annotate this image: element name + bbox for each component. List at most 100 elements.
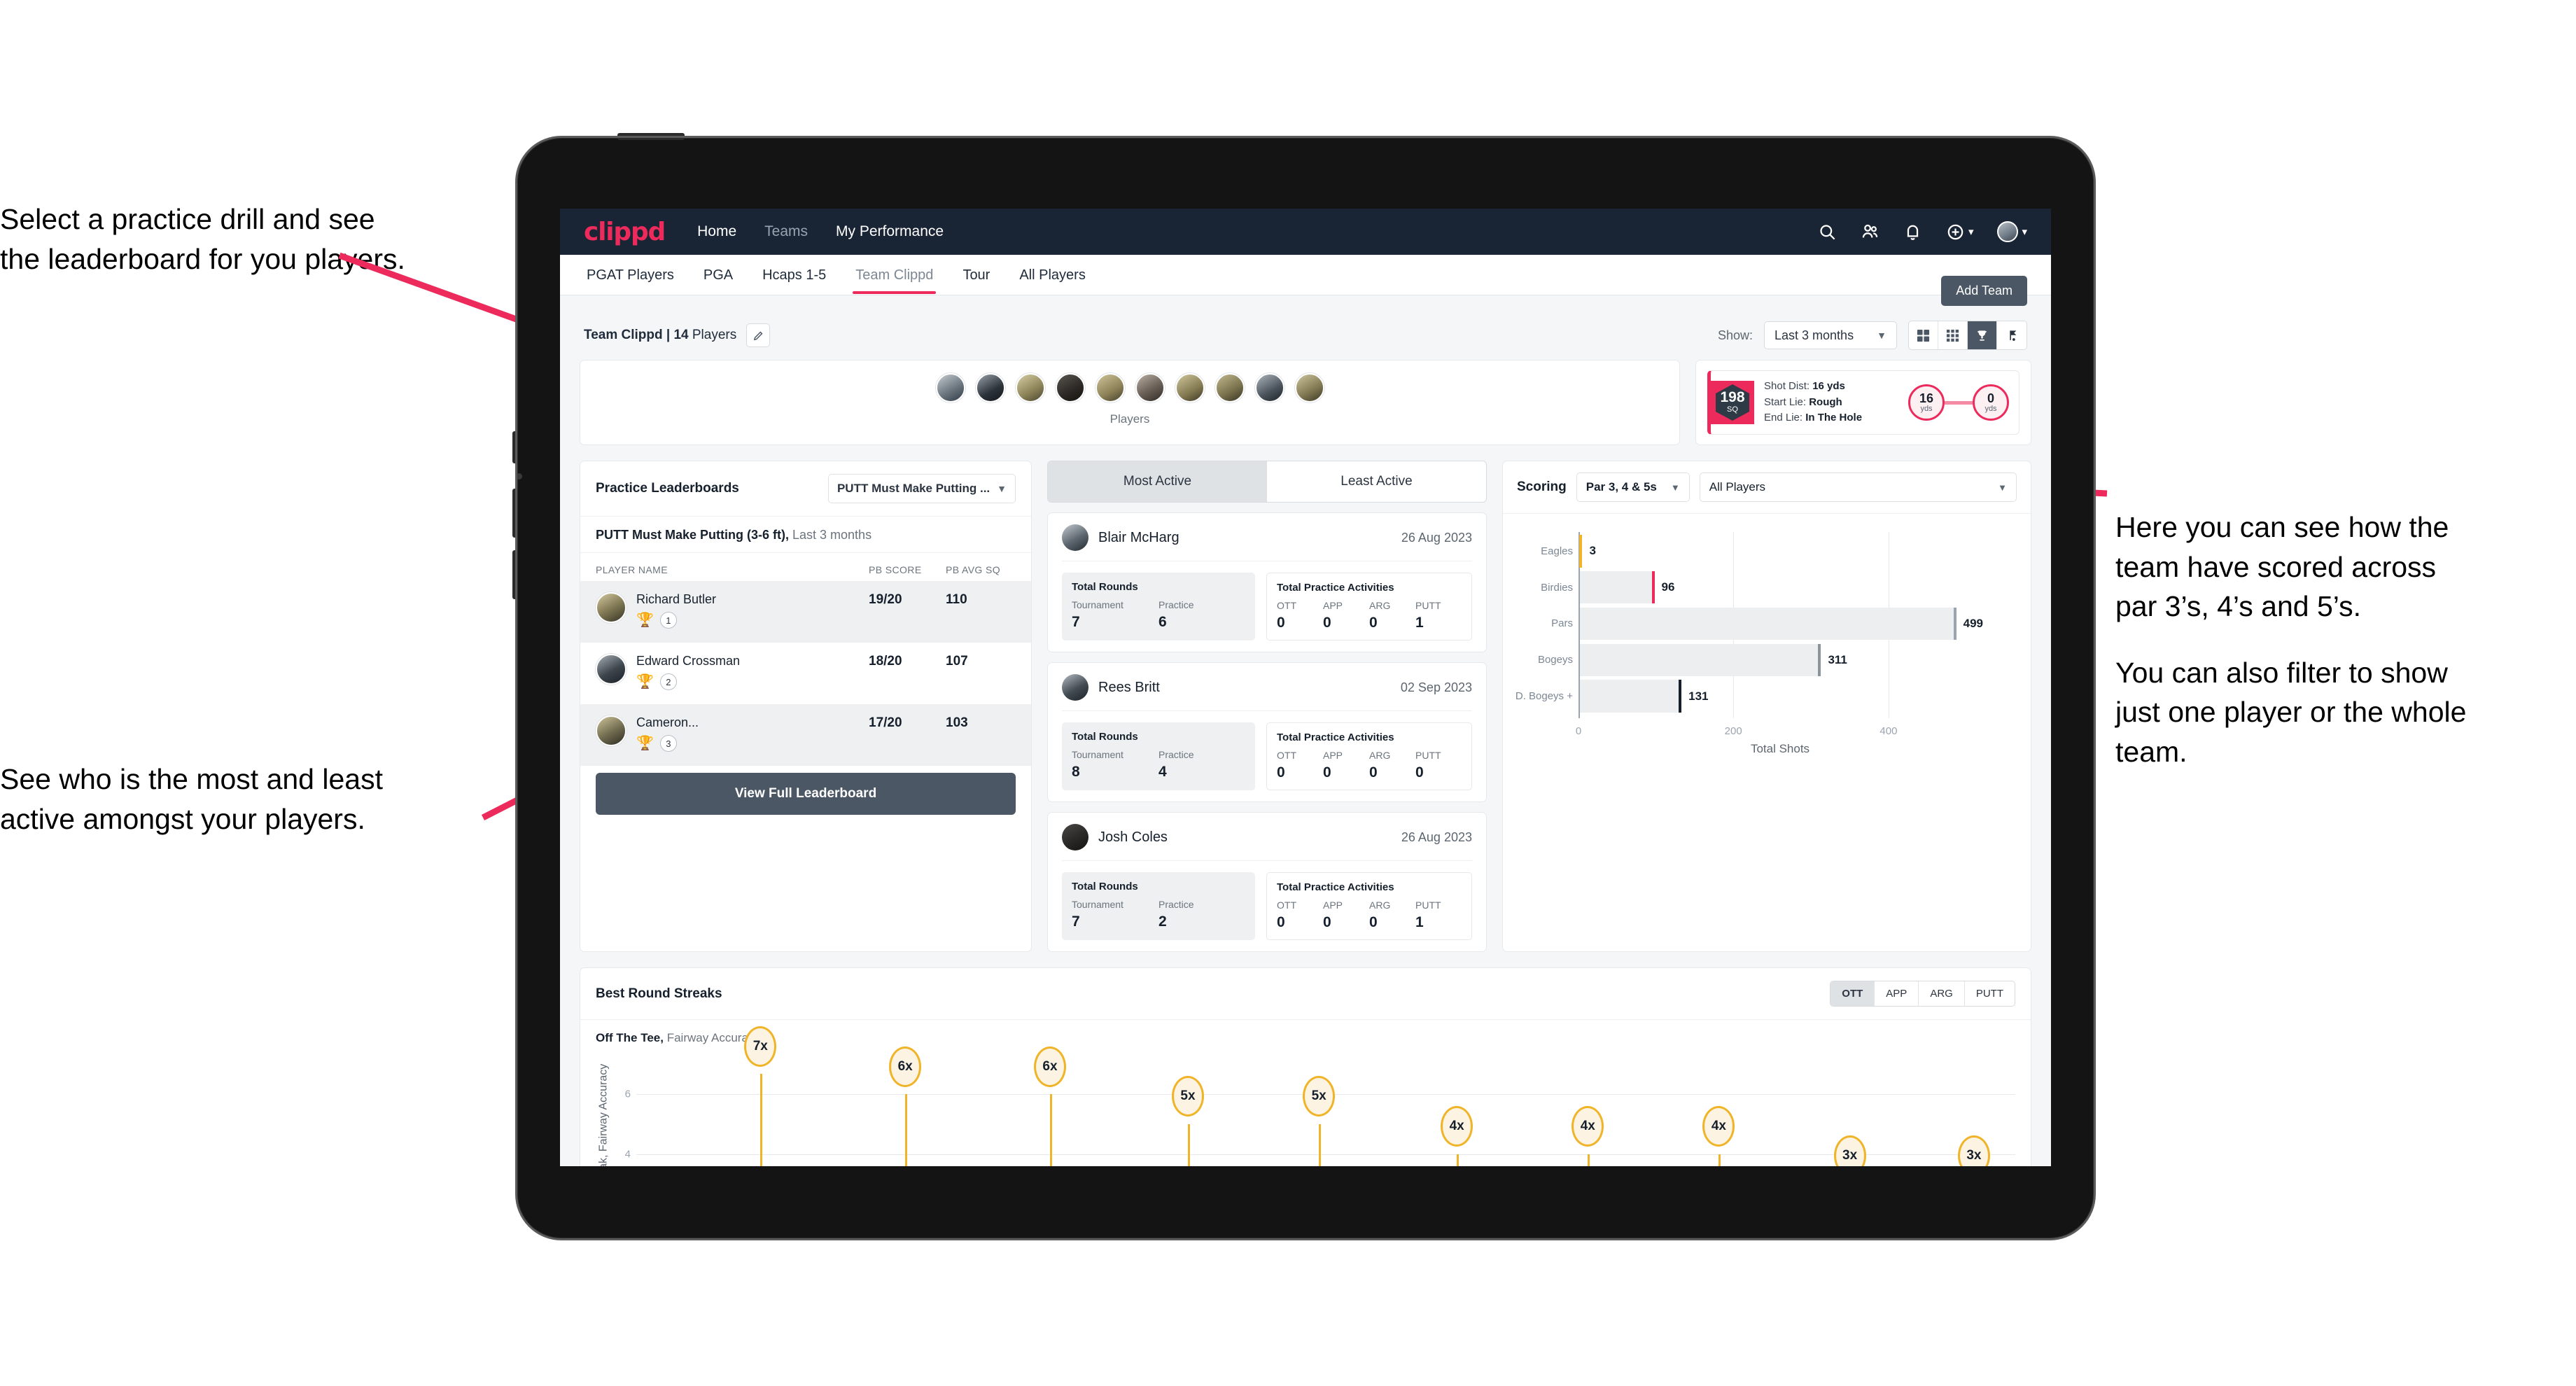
view-mode-toggle[interactable]: [1908, 321, 2027, 350]
table-row[interactable]: Cameron... 🏆 3 17/20 103: [580, 704, 1031, 766]
streaks-tab-putt[interactable]: PUTT: [1965, 981, 2015, 1006]
tab-least-active[interactable]: Least Active: [1267, 461, 1486, 502]
total-rounds-title: Total Rounds: [1072, 881, 1138, 892]
annotation-left-top-line1: Select a practice drill and see: [0, 203, 375, 235]
scoring-header: Scoring Par 3, 4 & 5s ▼ All Players ▼: [1503, 461, 2031, 514]
bar-pars: Pars 499: [1551, 607, 1983, 640]
tab-team-clippd[interactable]: Team Clippd: [853, 256, 937, 294]
rounds-tournament: Tournament 7: [1072, 599, 1158, 631]
avatar[interactable]: [1214, 373, 1245, 402]
avatar[interactable]: [1135, 373, 1165, 402]
streak-bubble[interactable]: 7x: [744, 1026, 777, 1067]
shot-dist-value: 16 yds: [1812, 380, 1845, 393]
activity-card-header: Josh Coles 26 Aug 2023: [1062, 824, 1472, 861]
avatar[interactable]: [1055, 373, 1085, 402]
streak-bubble[interactable]: 4x: [1441, 1105, 1474, 1147]
account-menu[interactable]: ▾: [1997, 221, 2027, 242]
rounds-tournament: Tournament 7: [1072, 899, 1158, 930]
add-menu[interactable]: ▾: [1946, 223, 1973, 241]
streak-bubble[interactable]: 4x: [1702, 1105, 1735, 1147]
activity-card-body: Total Rounds Tournament 7 Practice: [1062, 872, 1472, 940]
table-row[interactable]: Richard Butler 🏆 1 19/20 110: [580, 581, 1031, 643]
view-flag-button[interactable]: [1997, 321, 2026, 349]
tab-tour[interactable]: Tour: [960, 256, 993, 294]
streak-bubble[interactable]: 5x: [1303, 1076, 1336, 1117]
streak-bubble[interactable]: 3x: [1957, 1135, 1990, 1166]
people-icon[interactable]: [1861, 223, 1879, 241]
practice-putt: PUTT 1: [1415, 899, 1462, 931]
leaderboard-subtitle-rest: Last 3 months: [789, 528, 872, 542]
start-distance-value: 16: [1919, 391, 1934, 405]
shot-card[interactable]: 198 SQ Shot Dist: 16 yds Start Lie: Roug…: [1707, 370, 2019, 435]
clippd-logo[interactable]: clippd: [584, 218, 666, 246]
bar-label-eagles: Eagles: [1541, 545, 1573, 557]
par-filter-select[interactable]: Par 3, 4 & 5s ▼: [1576, 472, 1690, 502]
activity-card[interactable]: Blair McHarg 26 Aug 2023 Total Rounds To…: [1047, 512, 1487, 652]
rank-pill: 3: [659, 735, 677, 752]
avatar[interactable]: [975, 373, 1005, 402]
leaderboard-player-name: Cameron...: [636, 715, 699, 729]
content-toolbar: Team Clippd | 14 Players Show: Last 3 mo…: [580, 321, 2031, 350]
table-row[interactable]: Edward Crossman 🏆 2 18/20 107: [580, 643, 1031, 704]
avatar[interactable]: [1095, 373, 1125, 402]
tab-most-active[interactable]: Most Active: [1048, 461, 1267, 502]
practice-putt-value: 1: [1415, 914, 1424, 930]
streak-bubble[interactable]: 4x: [1572, 1105, 1604, 1147]
nav-teams[interactable]: Teams: [762, 219, 811, 244]
streak-bubble[interactable]: 6x: [1034, 1046, 1066, 1087]
avatar: [596, 654, 626, 685]
search-icon[interactable]: [1818, 223, 1837, 241]
avatar[interactable]: [935, 373, 965, 402]
avatar[interactable]: [1294, 373, 1324, 402]
date-range-select[interactable]: Last 3 months ▼: [1764, 321, 1897, 349]
tab-hcaps-1-5[interactable]: Hcaps 1-5: [760, 256, 829, 294]
streak-bubble[interactable]: 5x: [1172, 1076, 1204, 1117]
streaks-tab-app[interactable]: APP: [1875, 981, 1919, 1006]
tab-pgat-players[interactable]: PGAT Players: [584, 256, 677, 294]
total-practice-box: Total Practice Activities OTT 0 APP 0 AR…: [1266, 722, 1472, 790]
annotation-left-bottom-line2: active amongst your players.: [0, 802, 365, 835]
total-rounds-values: Tournament 7 Practice 2: [1072, 899, 1245, 930]
start-lie-value: Rough: [1809, 396, 1842, 408]
avatar[interactable]: [1175, 373, 1205, 402]
activity-card-header: Rees Britt 02 Sep 2023: [1062, 674, 1472, 711]
streaks-tab-ott[interactable]: OTT: [1830, 981, 1875, 1006]
add-team-button[interactable]: Add Team: [1941, 276, 2027, 306]
nav-my-performance[interactable]: My Performance: [833, 219, 946, 244]
activity-card[interactable]: Rees Britt 02 Sep 2023 Total Rounds Tour…: [1047, 662, 1487, 802]
avatar[interactable]: [1015, 373, 1045, 402]
trophy-icon: 🏆: [636, 674, 654, 690]
view-trophy-button[interactable]: [1968, 321, 1997, 349]
avatar[interactable]: [1254, 373, 1284, 402]
tab-all-players[interactable]: All Players: [1016, 256, 1088, 294]
tab-pga[interactable]: PGA: [701, 256, 736, 294]
practice-arg-label: ARG: [1369, 600, 1391, 611]
toolbar-right: Show: Last 3 months ▼: [1718, 321, 2027, 350]
activity-card[interactable]: Josh Coles 26 Aug 2023 Total Rounds Tour…: [1047, 812, 1487, 952]
bar-value-eagles: 3: [1589, 544, 1596, 558]
view-grid-small-button[interactable]: [1938, 321, 1968, 349]
leaderboard-player-name: Edward Crossman: [636, 654, 741, 668]
avatar: [596, 592, 626, 623]
rounds-tournament-label: Tournament: [1072, 599, 1124, 610]
view-grid-large-button[interactable]: [1909, 321, 1938, 349]
team-title-suffix: Players: [688, 328, 737, 342]
activity-date: 26 Aug 2023: [1401, 530, 1472, 545]
player-filter-select[interactable]: All Players ▼: [1699, 472, 2017, 502]
streaks-tab-arg[interactable]: ARG: [1919, 981, 1965, 1006]
streak-bubble[interactable]: 3x: [1833, 1135, 1866, 1166]
bar-eagles: Eagles 3: [1541, 534, 1983, 568]
avatar[interactable]: [1997, 221, 2019, 242]
edit-team-button[interactable]: [746, 323, 771, 347]
y-tick-4: 4: [624, 1148, 631, 1161]
bell-icon[interactable]: [1903, 223, 1922, 241]
streak-stem: [1050, 1093, 1052, 1166]
drill-select[interactable]: PUTT Must Make Putting ... ▼: [827, 474, 1016, 503]
streak-stem: [1718, 1154, 1721, 1166]
nav-home[interactable]: Home: [694, 219, 739, 244]
bar-value-double-bogeys: 131: [1688, 689, 1709, 703]
plus-circle-icon[interactable]: [1946, 223, 1965, 241]
avatar: [1062, 674, 1088, 701]
streak-bubble[interactable]: 6x: [889, 1046, 922, 1087]
view-full-leaderboard-button[interactable]: View Full Leaderboard: [596, 773, 1016, 815]
